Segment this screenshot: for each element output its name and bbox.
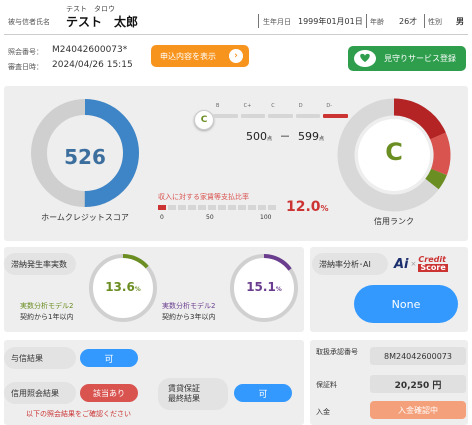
- rank-segment-2: [268, 114, 293, 118]
- rank-letter-4: D-: [326, 103, 333, 109]
- delinquency-label: 滞納発生率実数: [4, 253, 76, 275]
- ratio-segment-10: [258, 205, 266, 210]
- gender-label: 性別: [428, 18, 442, 26]
- customer-name: テスト 太郎: [66, 15, 139, 29]
- logo-score: Score: [418, 263, 448, 272]
- delinquency-3y-value: 15.1%: [226, 280, 302, 294]
- ratio-segment-5: [208, 205, 216, 210]
- rank-letter-3: D: [298, 103, 303, 109]
- rank-range-high: 599: [298, 130, 320, 143]
- approval-label: 取扱承認番号: [316, 348, 358, 356]
- ai-credit-score-logo: Ai × Credit Score: [394, 254, 448, 274]
- rank-unit-1: 点: [267, 136, 273, 142]
- ratio-segment-1: [168, 205, 176, 210]
- age-label: 年齢: [370, 18, 384, 26]
- rank-seg-c: [425, 168, 447, 190]
- credit-result-label: 与信結果: [4, 347, 76, 369]
- rank-range-low: 500: [246, 130, 267, 143]
- delinquency-1y-number: 13.6: [105, 280, 135, 294]
- heart-hands-icon: [354, 50, 376, 67]
- inquiry-number-label: 照会番号：: [8, 48, 43, 56]
- fee-value: 20,250 円: [370, 375, 466, 393]
- review-datetime-label: 審査日時：: [8, 63, 43, 71]
- ratio-segment-6: [218, 205, 226, 210]
- ratio-segment-0: [158, 205, 166, 210]
- delinquency-3y-model: 実数分析モデル2: [162, 302, 216, 310]
- rank-segment-3: [295, 114, 321, 118]
- delinquency-1y-unit: %: [134, 286, 141, 293]
- ratio-bar: [158, 205, 276, 211]
- show-application-button[interactable]: 申込内容を表示 ›: [151, 45, 249, 67]
- delinquency-3y-period: 契約から3年以内: [162, 313, 216, 321]
- ratio-tick-0: 0: [160, 214, 164, 221]
- age-value: 26才: [399, 17, 418, 26]
- app: 被与信者氏名 テスト タロウ テスト 太郎 生年月日 1999年01月01日 年…: [0, 0, 472, 425]
- arrow-right-icon: ›: [229, 49, 243, 63]
- rank-big: C: [385, 138, 403, 166]
- delinquency-1y-value: 13.6%: [85, 280, 161, 294]
- ratio-label: 収入に対する家賃等支払比率: [158, 193, 249, 201]
- delinquency-1y-model: 実数分析モデル2: [20, 302, 74, 310]
- ai-result-badge: None: [354, 285, 458, 323]
- inquiry-result-value: 該当あり: [80, 384, 138, 402]
- ratio-segment-2: [178, 205, 186, 210]
- inquiry-number: M24042600073*: [52, 45, 128, 55]
- ratio-segment-8: [238, 205, 246, 210]
- name-label: 被与信者氏名: [8, 18, 50, 26]
- rank-label: 信用ランク: [374, 217, 414, 226]
- rank-letter-0: B: [216, 103, 220, 109]
- rank-range: 500点 － 599点: [246, 128, 324, 144]
- rank-unit-2: 点: [319, 136, 325, 142]
- delinquency-3y-unit: %: [275, 286, 282, 293]
- inquiry-note: 以下の照会結果をご確認ください: [26, 410, 131, 418]
- rank-range-sep: －: [279, 130, 291, 143]
- review-datetime: 2024/04/26 15:15: [52, 60, 133, 70]
- watch-service-label: 見守りサービス登録: [384, 54, 456, 63]
- payment-status: 入金確認中: [370, 401, 466, 419]
- birth-value: 1999年01月01日: [298, 17, 363, 26]
- rank-segment-1: [240, 114, 266, 118]
- score-label: ホームクレジットスコア: [41, 213, 129, 222]
- ratio-segment-3: [188, 205, 196, 210]
- fee-label: 保証料: [316, 381, 337, 389]
- payment-label: 入金: [316, 408, 330, 416]
- delinquency-3y-number: 15.1: [246, 280, 276, 294]
- rank-scale: B C+ C D D-: [212, 103, 350, 121]
- delinquency-1y-period: 契約から1年以内: [20, 313, 74, 321]
- rank-letter-1: C+: [243, 103, 252, 109]
- credit-result-value: 可: [80, 349, 138, 367]
- ratio-value: 12.0%: [286, 199, 329, 215]
- show-application-label: 申込内容を表示: [160, 51, 216, 61]
- gender-value: 男: [456, 17, 464, 26]
- rank-letter-2: C: [271, 103, 275, 109]
- approval-value: 8M24042600073: [370, 347, 466, 365]
- ratio-segment-9: [248, 205, 256, 210]
- guarantee-result-label: 賃貸保証 最終結果: [158, 378, 228, 410]
- logo-cross: ×: [410, 260, 417, 268]
- rank-marker: C: [194, 110, 214, 130]
- ratio-tick-50: 50: [206, 214, 214, 221]
- rank-segment-0: [213, 114, 238, 118]
- ai-analysis-label: 滞納率分析･AI: [312, 253, 388, 275]
- ratio-segment-4: [198, 205, 206, 210]
- logo-credit-score: Credit Score: [418, 256, 448, 272]
- logo-ai: Ai: [394, 256, 409, 272]
- inquiry-result-label: 信用照会結果: [4, 382, 76, 404]
- ratio-segment-11: [268, 205, 276, 210]
- ratio-segment-7: [228, 205, 236, 210]
- score-value: 526: [64, 145, 106, 169]
- ratio-number: 12.0: [286, 199, 321, 215]
- ratio-tick-100: 100: [260, 214, 272, 221]
- birth-label: 生年月日: [263, 18, 291, 26]
- watch-service-button[interactable]: 見守りサービス登録: [348, 46, 466, 71]
- ratio-unit: %: [320, 204, 329, 213]
- guarantee-result-value: 可: [234, 384, 292, 402]
